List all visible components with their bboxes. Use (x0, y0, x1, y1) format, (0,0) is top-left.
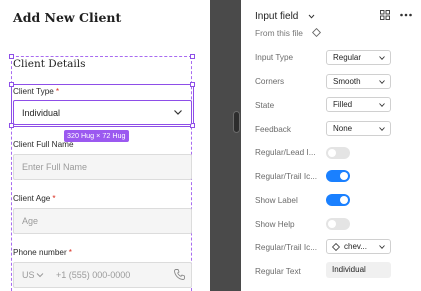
required-marker: * (55, 87, 59, 96)
trail-icon-swap-value: chev... (344, 242, 367, 251)
state-label: State (255, 101, 275, 110)
chevron-down-icon (379, 80, 385, 84)
trail-icon-swap-label: Regular/Trail Ic... (255, 243, 318, 252)
resize-handle-tr[interactable] (190, 54, 195, 59)
regular-trail-icon-label: Regular/Trail Ic... (255, 172, 318, 181)
chevron-down-icon (379, 127, 385, 131)
input-type-label: Input Type (255, 53, 294, 62)
form-canvas: Add New Client Client Details Client Typ… (0, 0, 210, 291)
state-dropdown[interactable]: Filled (326, 97, 391, 112)
feedback-label: Feedback (255, 125, 291, 134)
full-name-placeholder: Enter Full Name (22, 162, 88, 172)
full-name-input[interactable]: Enter Full Name (13, 154, 192, 180)
phone-placeholder: +1 (555) 000-0000 (56, 270, 131, 280)
feedback-dropdown[interactable]: None (326, 121, 391, 136)
form-title: Add New Client (13, 10, 122, 25)
section-title: Client Details (13, 58, 86, 70)
age-label: Client Age * (13, 194, 56, 203)
phone-icon (174, 269, 185, 280)
phone-input[interactable]: US +1 (555) 000-0000 (13, 262, 192, 288)
client-type-label-text: Client Type (13, 87, 54, 96)
toggle-knob (340, 196, 348, 204)
phone-label: Phone number * (13, 248, 72, 257)
grid-icon[interactable] (380, 10, 390, 20)
age-input[interactable]: Age (13, 208, 192, 234)
resize-handle-tr[interactable] (190, 82, 195, 87)
trail-icon-swap-dropdown[interactable]: chev... (326, 239, 391, 254)
state-value: Filled (333, 100, 353, 109)
more-icon[interactable] (399, 11, 413, 19)
chevron-down-icon (379, 56, 385, 60)
corners-label: Corners (255, 77, 285, 86)
country-code[interactable]: US (22, 270, 35, 280)
chevron-down-icon (174, 110, 182, 115)
corners-dropdown[interactable]: Smooth (326, 74, 391, 89)
chevron-down-icon (379, 103, 385, 107)
client-type-value: Individual (22, 108, 61, 118)
regular-lead-icon-toggle[interactable] (326, 147, 350, 159)
required-marker: * (52, 194, 56, 203)
resize-handle-tl[interactable] (9, 54, 14, 59)
phone-label-text: Phone number (13, 248, 67, 257)
regular-text-input[interactable]: Individual (326, 262, 391, 278)
component-diamond-icon (332, 243, 340, 251)
show-label-label: Show Label (255, 196, 298, 205)
canvas-divider (210, 0, 241, 291)
toggle-knob (340, 172, 348, 180)
full-name-label: Client Full Name (13, 140, 74, 149)
properties-panel: Input field From this file Input Type Re… (241, 0, 421, 291)
resize-grip[interactable] (233, 111, 240, 133)
toggle-knob (328, 149, 336, 157)
age-label-text: Client Age (13, 194, 51, 203)
show-help-label: Show Help (255, 220, 295, 229)
chevron-down-icon (36, 273, 44, 278)
chevron-down-icon (379, 245, 385, 249)
age-placeholder: Age (22, 216, 39, 226)
input-type-value: Regular (333, 53, 362, 62)
toggle-knob (328, 220, 336, 228)
regular-text-label: Regular Text (255, 267, 301, 276)
client-type-select[interactable]: Individual (13, 100, 192, 125)
show-label-toggle[interactable] (326, 194, 350, 206)
show-help-toggle[interactable] (326, 218, 350, 230)
from-this-file: From this file (255, 28, 303, 38)
component-title[interactable]: Input field (255, 11, 298, 22)
required-marker: * (68, 248, 72, 257)
corners-value: Smooth (333, 77, 361, 86)
component-diamond-icon[interactable] (312, 28, 321, 37)
input-type-dropdown[interactable]: Regular (326, 50, 391, 65)
chevron-down-icon[interactable] (308, 14, 315, 19)
client-type-label: Client Type * (13, 87, 59, 96)
regular-text-value: Individual (332, 265, 366, 274)
feedback-value: None (333, 124, 353, 133)
regular-lead-icon-label: Regular/Lead I... (255, 148, 316, 157)
regular-trail-icon-toggle[interactable] (326, 170, 350, 182)
